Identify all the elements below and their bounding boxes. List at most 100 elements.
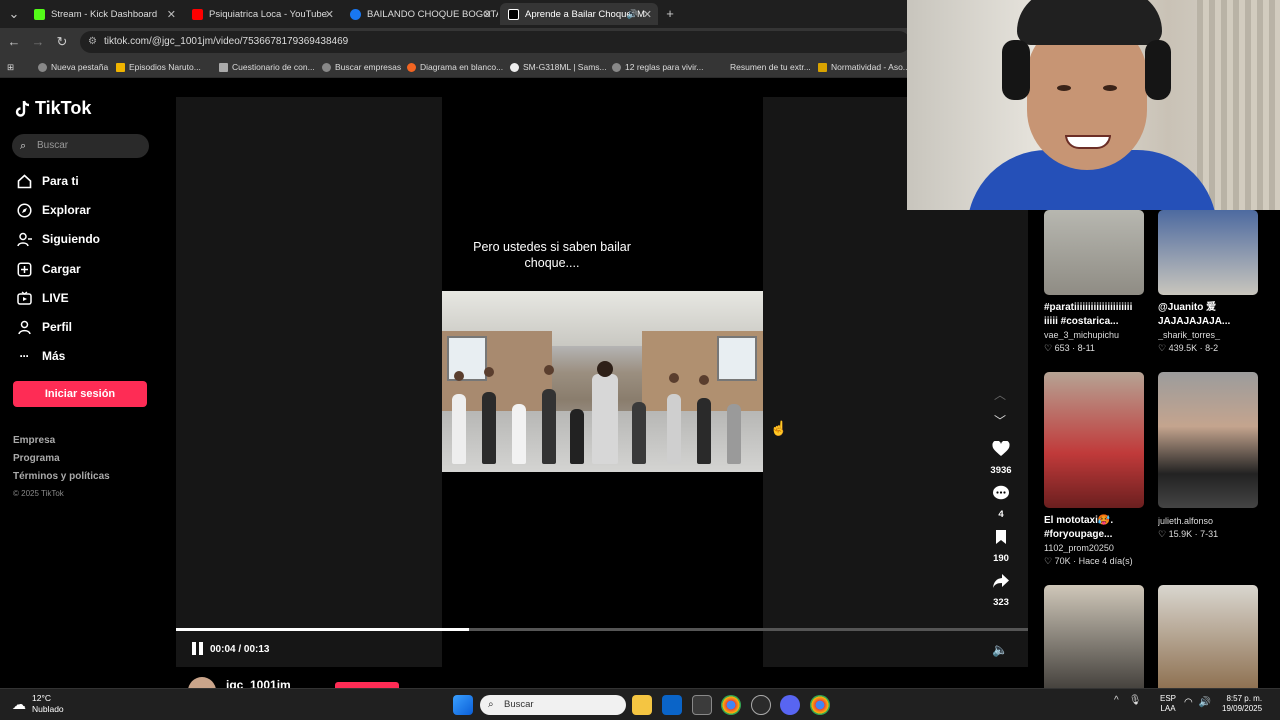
- bookmark-item[interactable]: Episodios Naruto...: [116, 60, 201, 74]
- search-input[interactable]: ⌕ Buscar: [12, 134, 149, 158]
- url-field[interactable]: ⚙ tiktok.com/@jgc_1001jm/video/753667817…: [80, 31, 910, 53]
- video-progress-bar[interactable]: [176, 628, 1028, 631]
- store-icon[interactable]: [692, 695, 712, 715]
- tab-search-icon[interactable]: ⌄: [6, 6, 22, 22]
- bookmark-item[interactable]: Cuestionario de con...: [219, 60, 315, 74]
- apps-icon[interactable]: ⊞: [7, 60, 14, 74]
- card-user[interactable]: vae_3_michupichu: [1044, 330, 1146, 340]
- bookmark-item[interactable]: Normatividad - Aso...: [818, 60, 910, 74]
- nav-live[interactable]: LIVE: [16, 288, 69, 308]
- video-thumbnail[interactable]: [1044, 585, 1144, 688]
- site-info-icon[interactable]: ⚙: [88, 31, 97, 53]
- discord-icon[interactable]: [780, 695, 800, 715]
- author-name[interactable]: jgc_1001jm: [226, 678, 291, 688]
- tray-icons: ◠ 🔊: [1184, 697, 1211, 708]
- tab-kick[interactable]: Stream - Kick Dashboard ✕: [26, 3, 182, 25]
- bookmark-item[interactable]: 12 reglas para vivir...: [612, 60, 703, 74]
- close-icon[interactable]: ✕: [325, 8, 334, 21]
- avatar[interactable]: [188, 677, 216, 688]
- warning-icon: [116, 62, 125, 72]
- kick-icon: [34, 8, 45, 20]
- audio-icon[interactable]: 🔊: [627, 9, 638, 20]
- chevron-up-icon[interactable]: ︿: [994, 386, 1006, 403]
- windows-start-icon[interactable]: [453, 695, 473, 715]
- following-icon: [16, 231, 32, 247]
- close-icon[interactable]: ✕: [643, 8, 652, 21]
- video-thumbnail[interactable]: [1158, 585, 1258, 688]
- tab-youtube[interactable]: Psiquiatrica Loca - YouTube ✕: [184, 3, 340, 25]
- back-icon[interactable]: ←: [6, 34, 22, 50]
- tab-tiktok[interactable]: Aprende a Bailar Choque: M 🔊 ✕: [500, 3, 658, 25]
- weather-widget[interactable]: ☁ 12°C Nublado: [12, 693, 64, 715]
- file-explorer-icon[interactable]: [632, 695, 652, 715]
- weather-desc: Nublado: [32, 704, 64, 714]
- chevron-up-icon[interactable]: ^: [1114, 695, 1119, 706]
- speaker-icon[interactable]: 🔊: [1199, 697, 1211, 708]
- nav-siguiendo[interactable]: Siguiendo: [16, 229, 100, 249]
- forward-icon[interactable]: →: [30, 34, 46, 50]
- bookmark-item[interactable]: Resumen de tu extr...: [730, 60, 811, 74]
- video-thumbnail[interactable]: [1158, 210, 1258, 295]
- search-icon: ⌕: [20, 140, 27, 152]
- volume-icon[interactable]: 🔈: [992, 642, 1008, 658]
- related-video-card[interactable]: @Juanito 爱 JAJAJAJAJA... _sharik_torres_…: [1158, 210, 1260, 354]
- like-button[interactable]: 3936: [984, 440, 1018, 476]
- pause-button[interactable]: [191, 642, 205, 656]
- nav-label: Más: [42, 349, 66, 363]
- save-button[interactable]: 190: [984, 529, 1018, 564]
- nav-cargar[interactable]: Cargar: [16, 259, 81, 279]
- comment-count: 4: [998, 509, 1004, 520]
- video-player[interactable]: Pero ustedes si saben bailar choque....: [176, 97, 1028, 667]
- taskbar-search-input[interactable]: ⌕ Buscar: [480, 695, 626, 715]
- video-thumbnail[interactable]: [1044, 372, 1144, 508]
- nav-mas[interactable]: ··· Más: [16, 346, 66, 366]
- video-thumbnail[interactable]: [1044, 210, 1144, 295]
- share-button[interactable]: 323: [984, 573, 1018, 608]
- tab-label: Stream - Kick Dashboard: [51, 8, 158, 20]
- bookmark-item[interactable]: Nueva pestaña: [38, 60, 108, 74]
- comment-button[interactable]: 4: [984, 485, 1018, 520]
- footer-link-empresa[interactable]: Empresa: [13, 435, 55, 446]
- microphone-icon[interactable]: 🎙: [1129, 695, 1142, 706]
- bookmark-item[interactable]: Buscar empresas: [322, 60, 401, 74]
- card-user[interactable]: 1102_prom20250: [1044, 543, 1146, 553]
- video-thumbnail[interactable]: [1158, 372, 1258, 508]
- related-video-card[interactable]: El mototaxi🥵. #foryoupage... 1102_prom20…: [1044, 372, 1146, 567]
- related-video-card[interactable]: [1044, 585, 1146, 688]
- bookmark-item[interactable]: Diagrama en blanco...: [407, 60, 503, 74]
- nav-para-ti[interactable]: Para ti: [16, 171, 79, 191]
- related-video-card[interactable]: #paratiiiiiiiiiiiiiiiiiiiii iiiii #costa…: [1044, 210, 1146, 354]
- nav-explorar[interactable]: Explorar: [16, 200, 91, 220]
- footer-link-programa[interactable]: Programa: [13, 453, 60, 464]
- share-icon: [984, 573, 1018, 593]
- close-icon[interactable]: ✕: [167, 8, 176, 21]
- login-button[interactable]: Iniciar sesión: [13, 381, 147, 407]
- nav-perfil[interactable]: Perfil: [16, 317, 72, 337]
- card-title: El mototaxi🥵.: [1044, 515, 1114, 526]
- outlook-icon[interactable]: [662, 695, 682, 715]
- card-user[interactable]: _sharik_torres_: [1158, 330, 1260, 340]
- url-text: tiktok.com/@jgc_1001jm/video/75366781793…: [104, 36, 349, 47]
- clock[interactable]: 8:57 p. m. 19/09/2025: [1222, 694, 1262, 714]
- video-frame[interactable]: Pero ustedes si saben bailar choque....: [442, 97, 763, 667]
- chrome-icon[interactable]: [721, 695, 741, 715]
- close-icon[interactable]: ✕: [483, 8, 492, 21]
- wifi-icon[interactable]: ◠: [1184, 697, 1193, 708]
- card-user[interactable]: julieth.alfonso: [1158, 516, 1260, 526]
- video-clip-image: [442, 291, 763, 472]
- chevron-down-icon[interactable]: ﹀: [994, 412, 1006, 429]
- app-icon[interactable]: [751, 695, 771, 715]
- video-progress-fill: [176, 628, 470, 631]
- related-video-card[interactable]: [1158, 585, 1260, 688]
- language-indicator[interactable]: ESP LAA: [1160, 694, 1176, 714]
- footer-link-terminos[interactable]: Términos y políticas: [13, 471, 110, 482]
- related-video-card[interactable]: julieth.alfonso ♡ 15.9K · 7-31: [1158, 372, 1260, 540]
- weather-temp: 12°C: [32, 693, 51, 703]
- new-tab-icon[interactable]: +: [662, 6, 678, 22]
- tab-label: Psiquiatrica Loca - YouTube: [209, 8, 327, 20]
- chrome-profile-icon[interactable]: [810, 695, 830, 715]
- bookmark-item[interactable]: SM-G318ML | Sams...: [510, 60, 607, 74]
- reload-icon[interactable]: ↻: [54, 34, 70, 50]
- tab-facebook[interactable]: BAILANDO CHOQUE BOGOTA ✕: [342, 3, 498, 25]
- tiktok-logo[interactable]: TikTok: [15, 98, 91, 119]
